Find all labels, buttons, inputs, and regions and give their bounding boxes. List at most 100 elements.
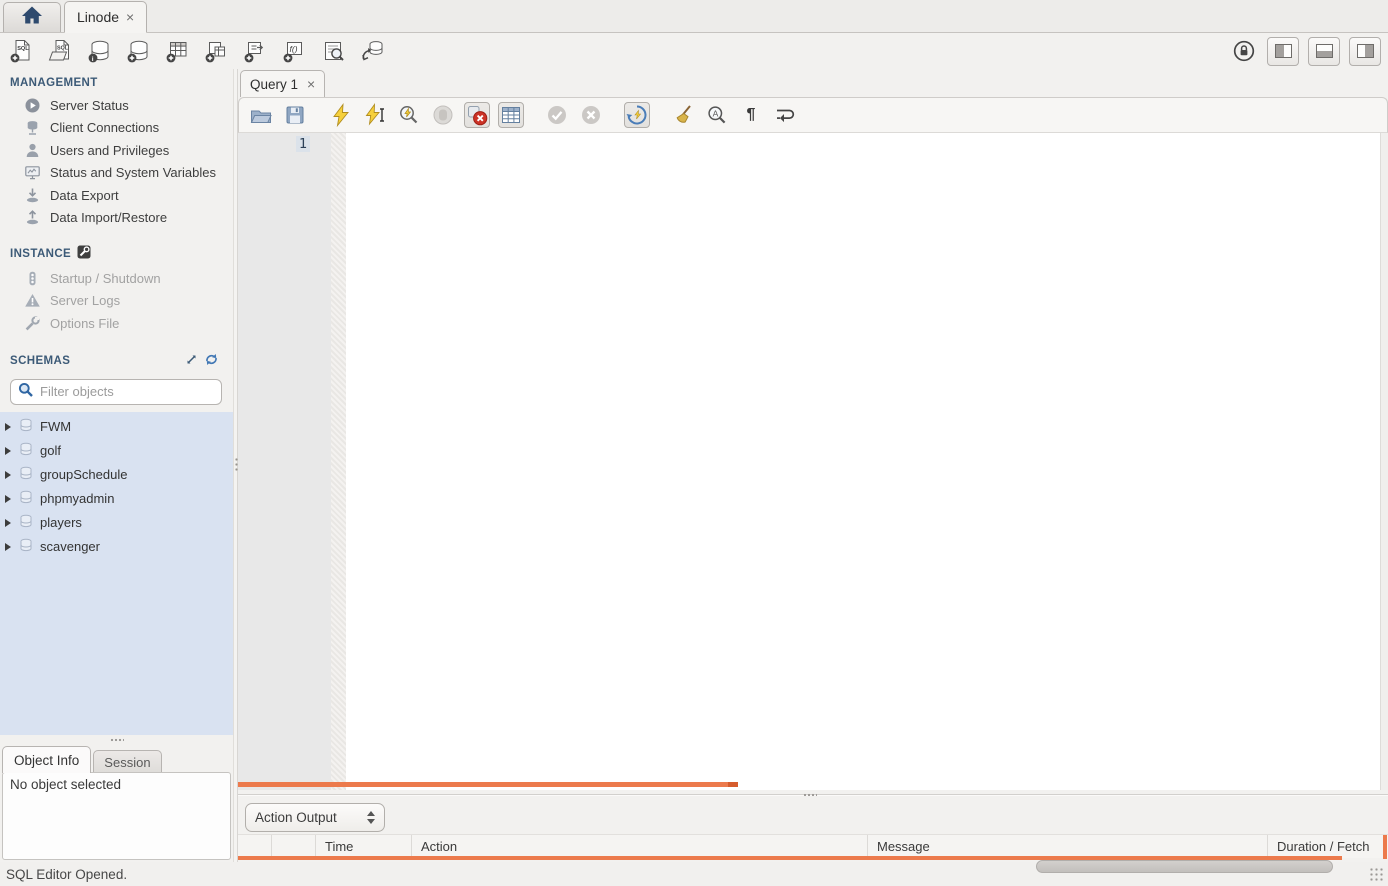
sql-editor[interactable]: 1 [238, 133, 1388, 790]
main-toolbar: SQL SQL i [0, 33, 1388, 69]
code-area[interactable] [346, 133, 1380, 790]
toggle-right-sidebar-button[interactable] [1349, 37, 1381, 66]
sidebar-item-label: Options File [50, 316, 119, 331]
save-script-button[interactable] [282, 102, 308, 128]
overlay-scrollbar-thumb[interactable] [1036, 860, 1333, 873]
column-header-action[interactable]: Action [412, 835, 868, 858]
limit-rows-button[interactable] [498, 102, 524, 128]
sidebar-item-startup-shutdown[interactable]: Startup / Shutdown [0, 267, 233, 290]
column-header-time[interactable]: Time [316, 835, 412, 858]
toggle-word-wrap-button[interactable] [772, 102, 798, 128]
toggle-autocommit-button[interactable] [624, 102, 650, 128]
column-header-blank-2[interactable] [272, 835, 316, 858]
new-sql-script-button[interactable]: SQL [7, 37, 35, 65]
connection-tab-label: Linode [77, 9, 119, 25]
refresh-schemas-icon[interactable] [204, 353, 219, 369]
output-panel: Action Output Time Action Message Durati… [238, 800, 1388, 862]
expander-icon[interactable] [5, 495, 11, 503]
tab-query-1[interactable]: Query 1 × [240, 70, 325, 97]
sidebar-item-server-status[interactable]: Server Status [0, 94, 233, 117]
create-table-button[interactable] [163, 37, 191, 65]
right-panel-icon [1357, 44, 1374, 58]
management-title: MANAGEMENT [10, 77, 98, 89]
create-function-button[interactable]: f() [280, 37, 308, 65]
database-icon [19, 442, 33, 460]
explain-plan-button[interactable] [396, 102, 422, 128]
expand-schemas-icon[interactable] [185, 353, 198, 369]
output-vertical-scrollbar[interactable] [1383, 835, 1387, 859]
server-status-icon [24, 97, 41, 114]
create-procedure-button[interactable] [241, 37, 269, 65]
close-icon[interactable]: × [307, 77, 315, 91]
editor-horizontal-scrollbar[interactable] [238, 782, 738, 787]
column-header-blank-1[interactable] [238, 835, 272, 858]
expander-icon[interactable] [5, 447, 11, 455]
close-icon[interactable]: × [126, 10, 134, 24]
execute-current-statement-button[interactable] [362, 102, 388, 128]
sidebar-item-system-variables[interactable]: Status and System Variables [0, 162, 233, 185]
output-selector[interactable]: Action Output [245, 803, 385, 832]
editor-vertical-scrollbar[interactable] [1380, 133, 1388, 790]
execute-button[interactable] [328, 102, 354, 128]
sidebar: MANAGEMENT Server Status Client Connecti… [0, 69, 233, 862]
column-header-duration-fetch[interactable]: Duration / Fetch [1268, 835, 1388, 858]
schema-row-fwm[interactable]: FWM [0, 415, 233, 439]
rollback-button[interactable] [578, 102, 604, 128]
server-logs-icon [24, 292, 41, 309]
schema-row-golf[interactable]: golf [0, 439, 233, 463]
instance-title: INSTANCE [10, 248, 71, 260]
search-table-data-button[interactable] [319, 37, 347, 65]
expander-icon[interactable] [5, 543, 11, 551]
database-icon [19, 418, 33, 436]
expander-icon[interactable] [5, 519, 11, 527]
toggle-output-area-button[interactable] [1308, 37, 1340, 66]
tab-session[interactable]: Session [93, 750, 161, 773]
column-header-message[interactable]: Message [868, 835, 1268, 858]
sidebar-item-client-connections[interactable]: Client Connections [0, 117, 233, 140]
horizontal-splitter[interactable] [238, 790, 1388, 800]
toggle-left-sidebar-button[interactable] [1267, 37, 1299, 66]
users-icon [24, 142, 41, 159]
open-script-button[interactable] [248, 102, 274, 128]
schema-filter-box [10, 379, 222, 405]
schema-row-groupschedule[interactable]: groupSchedule [0, 463, 233, 487]
instance-wrench-badge-icon [77, 245, 91, 262]
schema-row-players[interactable]: players [0, 511, 233, 535]
database-icon [19, 466, 33, 484]
find-button[interactable]: A [704, 102, 730, 128]
schema-filter-input[interactable] [40, 384, 216, 399]
data-import-icon [24, 209, 41, 226]
sidebar-item-users-privileges[interactable]: Users and Privileges [0, 139, 233, 162]
schema-row-scavenger[interactable]: scavenger [0, 535, 233, 559]
database-icon [19, 490, 33, 508]
pilcrow-icon: ¶ [747, 106, 756, 124]
sidebar-item-server-logs[interactable]: Server Logs [0, 290, 233, 313]
open-sql-script-button[interactable]: SQL [46, 37, 74, 65]
beautify-script-button[interactable] [670, 102, 696, 128]
output-selector-label: Action Output [255, 810, 367, 825]
query-tabstrip: Query 1 × [238, 69, 1388, 97]
commit-button[interactable] [544, 102, 570, 128]
sidebar-splitter[interactable] [0, 735, 233, 745]
tab-object-info[interactable]: Object Info [2, 746, 91, 773]
window-resize-grip[interactable] [1369, 867, 1385, 883]
expander-icon[interactable] [5, 423, 11, 431]
sidebar-item-data-import[interactable]: Data Import/Restore [0, 207, 233, 230]
schema-inspector-button[interactable]: i [85, 37, 113, 65]
sidebar-item-options-file[interactable]: Options File [0, 312, 233, 335]
expander-icon[interactable] [5, 471, 11, 479]
home-tab[interactable] [3, 2, 61, 32]
reconnect-database-button[interactable] [358, 37, 386, 65]
svg-text:i: i [91, 56, 93, 63]
toggle-invisible-characters-button[interactable]: ¶ [738, 102, 764, 128]
toggle-stop-on-error-button[interactable] [464, 102, 490, 128]
schema-row-phpmyadmin[interactable]: phpmyadmin [0, 487, 233, 511]
create-schema-button[interactable] [124, 37, 152, 65]
home-icon [19, 3, 45, 32]
connection-tab-linode[interactable]: Linode × [64, 1, 147, 33]
create-view-button[interactable] [202, 37, 230, 65]
sidebar-item-data-export[interactable]: Data Export [0, 184, 233, 207]
sidebar-item-label: Status and System Variables [50, 165, 216, 180]
stop-query-button[interactable] [430, 102, 456, 128]
instance-section-header: INSTANCE [0, 229, 233, 267]
